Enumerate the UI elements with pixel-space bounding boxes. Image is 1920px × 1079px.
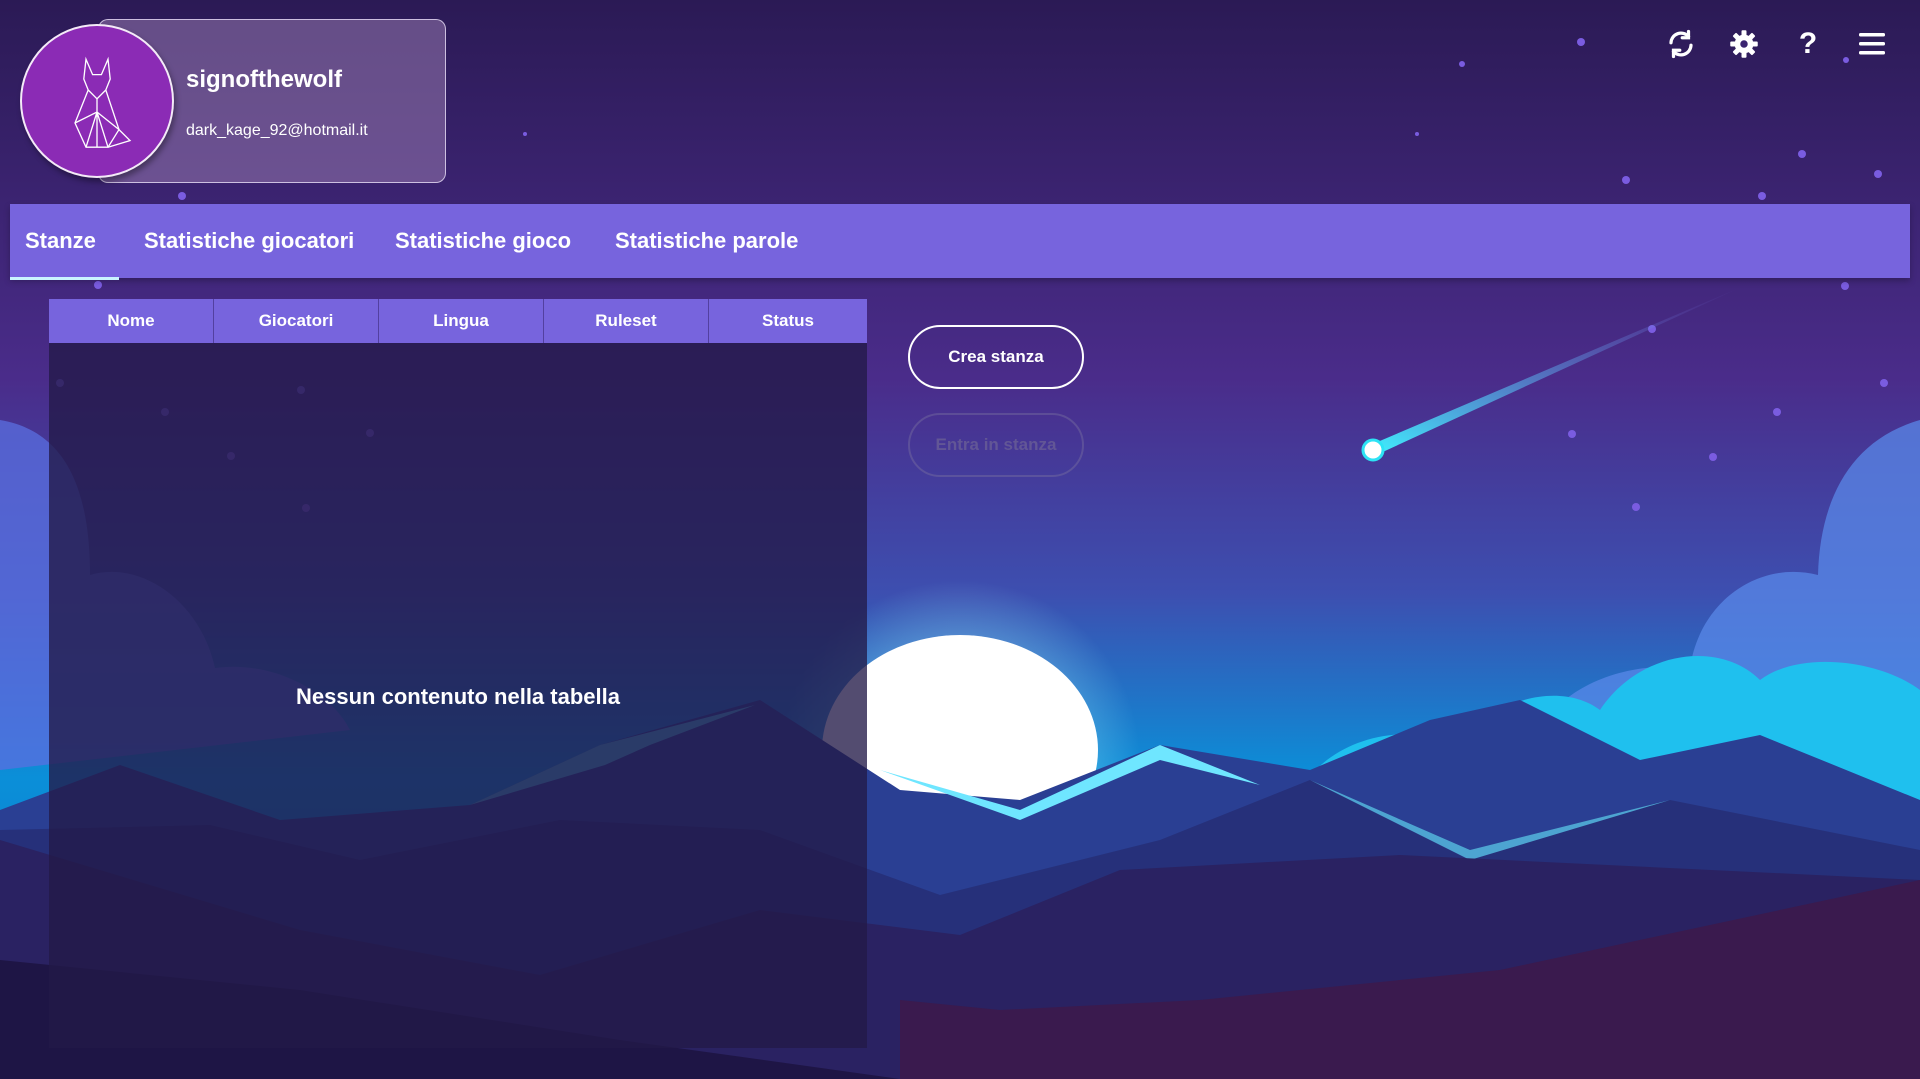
help-icon: ? [1798, 27, 1818, 60]
help-button[interactable]: ? [1788, 24, 1828, 64]
main-nav: Stanze Statistiche giocatori Statistiche… [10, 204, 1910, 280]
refresh-icon [1669, 29, 1693, 59]
tab-statistiche-giocatori[interactable]: Statistiche giocatori [129, 204, 369, 278]
column-header-giocatori[interactable]: Giocatori [214, 299, 379, 343]
column-header-ruleset[interactable]: Ruleset [544, 299, 709, 343]
tab-statistiche-gioco[interactable]: Statistiche gioco [380, 204, 586, 278]
column-header-status[interactable]: Status [709, 299, 867, 343]
column-header-nome[interactable]: Nome [49, 299, 214, 343]
username: signofthewolf [186, 66, 342, 93]
rooms-table: Nome Giocatori Lingua Ruleset Status Nes… [49, 299, 867, 1048]
menu-icon [1859, 33, 1885, 55]
avatar[interactable] [20, 24, 174, 178]
fox-logo-icon [74, 56, 132, 148]
join-room-button[interactable]: Entra in stanza [908, 413, 1084, 477]
refresh-button[interactable] [1661, 24, 1701, 64]
gear-icon [1730, 30, 1758, 58]
tab-stanze[interactable]: Stanze [10, 204, 119, 280]
create-room-button[interactable]: Crea stanza [908, 325, 1084, 389]
settings-button[interactable] [1724, 24, 1764, 64]
menu-button[interactable] [1852, 24, 1892, 64]
user-email: dark_kage_92@hotmail.it [186, 122, 368, 139]
table-header: Nome Giocatori Lingua Ruleset Status [49, 299, 867, 343]
column-header-lingua[interactable]: Lingua [379, 299, 544, 343]
empty-table-message: Nessun contenuto nella tabella [296, 684, 620, 709]
tab-statistiche-parole[interactable]: Statistiche parole [600, 204, 813, 278]
